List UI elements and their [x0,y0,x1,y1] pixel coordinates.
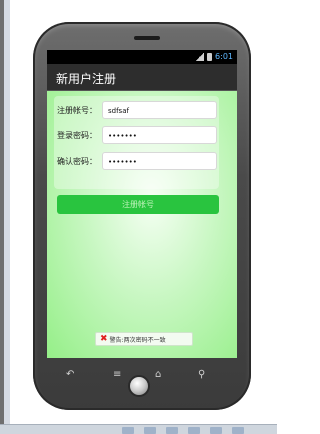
status-time: 6:01 [215,52,233,61]
phone-screen: 6:01 新用户注册 注册帐号： sdfsaf 登录密码： ••••••• 确认… [47,50,237,358]
confirm-password-input[interactable]: ••••••• [102,152,217,170]
earpiece-speaker [134,36,160,40]
toast-message: 警告:两次密码不一致 [109,336,166,344]
warning-toast: ✖ 警告:两次密码不一致 [95,332,193,346]
register-button[interactable]: 注册帐号 [57,195,219,214]
signal-icon [195,52,205,61]
menu-icon[interactable]: ≡ [113,369,121,380]
status-bar: 6:01 [47,50,237,64]
confirm-row: 确认密码： ••••••• [57,152,217,172]
home-icon[interactable]: ⌂ [155,369,161,380]
status-icons: 6:01 [195,52,233,61]
account-row: 注册帐号： sdfsaf [57,101,217,121]
trackball[interactable] [128,375,150,397]
registration-form: 注册帐号： sdfsaf 登录密码： ••••••• 确认密码： ••••••• [54,96,219,189]
back-icon[interactable]: ↶ [66,369,74,380]
password-row: 登录密码： ••••••• [57,126,217,146]
password-input[interactable]: ••••••• [102,126,217,144]
error-x-icon: ✖ [100,333,108,344]
account-input[interactable]: sdfsaf [102,101,217,119]
password-label: 登录密码： [57,131,97,140]
battery-icon [207,52,213,61]
account-label: 注册帐号： [57,106,97,115]
app-title-bar: 新用户注册 [47,64,237,91]
window-border [0,0,10,433]
phone-device: 6:01 新用户注册 注册帐号： sdfsaf 登录密码： ••••••• 确认… [33,22,251,410]
registration-content: 注册帐号： sdfsaf 登录密码： ••••••• 确认密码： •••••••… [47,91,237,358]
confirm-password-label: 确认密码： [57,157,97,166]
page-title: 新用户注册 [56,72,117,86]
search-icon[interactable]: ⚲ [198,369,205,380]
